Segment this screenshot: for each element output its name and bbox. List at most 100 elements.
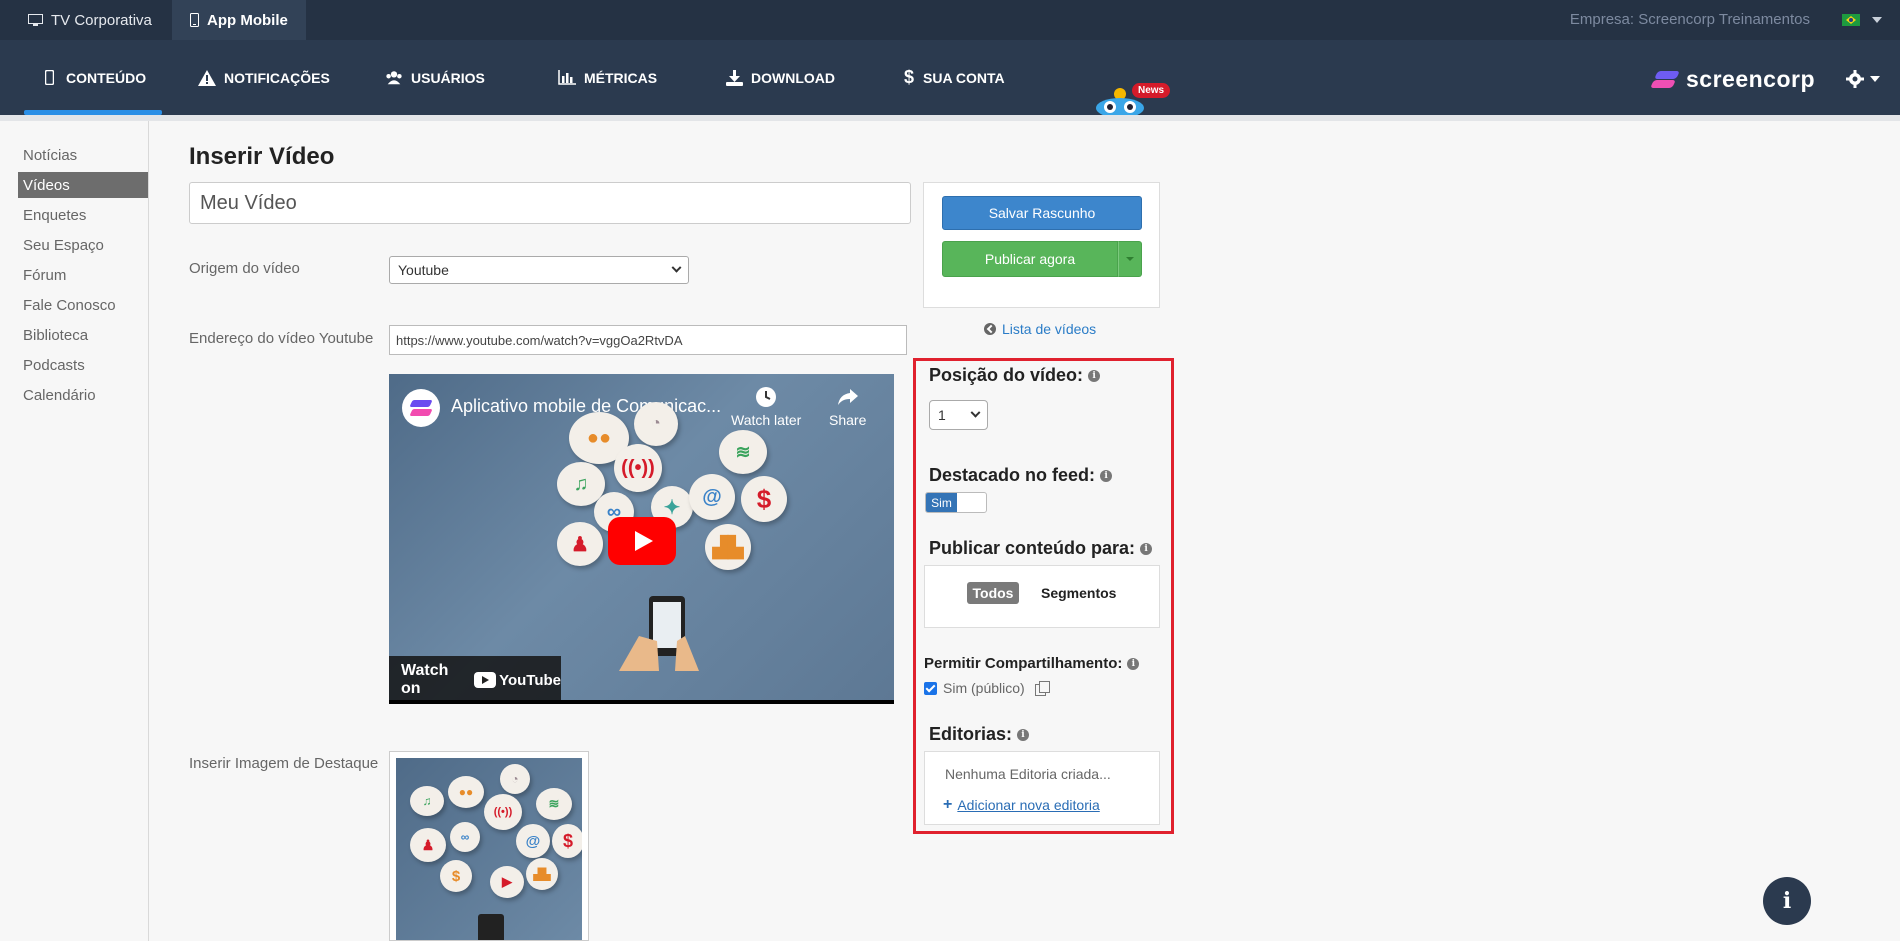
sidebar-item-seu-espaco[interactable]: Seu Espaço	[18, 232, 148, 258]
editorials-label: Editorias:	[929, 724, 1013, 744]
news-widget[interactable]: News	[1092, 80, 1171, 120]
youtube-logo: YouTube	[474, 672, 561, 689]
nav-metricas[interactable]: MÉTRICAS	[558, 40, 657, 115]
nav-conteudo[interactable]: CONTEÚDO	[23, 40, 163, 115]
info-icon[interactable]: i	[1140, 542, 1153, 555]
nav-notificacoes[interactable]: NOTIFICAÇÕES	[198, 40, 330, 115]
info-icon: i	[1782, 888, 1792, 914]
at-bubble-icon: @	[516, 824, 550, 858]
featured-image-preview: ♫ ●● ◔ ((•)) ≋ ♟ ∞ @ $ $ ▶ ▟▙	[396, 758, 582, 940]
help-info-button[interactable]: i	[1763, 877, 1811, 925]
channel-avatar[interactable]	[402, 389, 440, 427]
video-list-link[interactable]: Lista de vídeos	[984, 321, 1096, 337]
add-editorial-link[interactable]: + Adicionar nova editoria	[943, 796, 1100, 814]
sharing-option-label: Sim (público)	[943, 680, 1025, 696]
person-bubble-icon: ♟	[410, 828, 446, 862]
share-icon	[837, 389, 858, 405]
featured-toggle[interactable]: Sim	[925, 492, 987, 513]
broadcast-bubble-icon: ((•))	[614, 444, 662, 492]
editorials-heading: Editorias: i	[929, 724, 1030, 745]
audience-heading: Publicar conteúdo para: i	[929, 538, 1153, 559]
video-progress-track	[389, 700, 894, 704]
watch-on-label: Watch on	[401, 662, 449, 697]
sidebar-item-calendario[interactable]: Calendário	[18, 382, 148, 408]
settings-menu[interactable]	[1846, 70, 1880, 88]
mobile-icon	[190, 13, 199, 27]
mobile-icon	[40, 69, 58, 87]
featured-image-label: Inserir Imagem de Destaque	[189, 755, 379, 772]
brazil-flag-icon[interactable]	[1842, 14, 1860, 26]
sidebar-item-videos[interactable]: Vídeos	[18, 172, 148, 198]
watch-on-youtube-button[interactable]: Watch on YouTube	[389, 656, 561, 704]
origin-select[interactable]: Youtube	[389, 256, 689, 284]
plus-icon: +	[943, 796, 953, 813]
share-label: Share	[829, 412, 867, 428]
warning-icon	[198, 69, 216, 87]
chevron-down-icon	[970, 407, 981, 418]
watch-later-button[interactable]: Watch later	[731, 386, 801, 428]
broadcast-bubble-icon: ((•))	[484, 794, 522, 830]
url-label: Endereço do vídeo Youtube	[189, 330, 374, 347]
phone-hands-illustration	[619, 596, 699, 671]
sidebar-item-enquetes[interactable]: Enquetes	[18, 202, 148, 228]
publish-options-toggle[interactable]	[1118, 241, 1142, 277]
nav-usuarios[interactable]: USUÁRIOS	[385, 40, 485, 115]
video-bubble-icon: ▶	[490, 866, 524, 898]
info-icon[interactable]: i	[1127, 657, 1140, 670]
dollar-bubble-icon: $	[741, 476, 787, 522]
add-editorial-label: Adicionar nova editoria	[957, 797, 1100, 813]
video-list-link-label: Lista de vídeos	[1002, 321, 1097, 337]
main-nav: CONTEÚDO NOTIFICAÇÕES USUÁRIOS MÉTRICAS …	[0, 40, 1900, 115]
sharing-checkbox[interactable]	[924, 681, 937, 695]
shopping-bubble-icon: ▟▙	[705, 524, 751, 570]
monitor-icon	[28, 13, 43, 26]
nav-download[interactable]: DOWNLOAD	[725, 40, 835, 115]
youtube-logo-text: YouTube	[499, 671, 561, 689]
video-title-input[interactable]: Meu Vídeo	[189, 182, 911, 224]
tab-tv-corporativa[interactable]: TV Corporativa	[4, 0, 176, 40]
audience-all-option[interactable]: Todos	[967, 582, 1019, 604]
at-bubble-icon: @	[689, 474, 735, 520]
publish-panel: Salvar Rascunho Publicar agora	[923, 182, 1160, 308]
sharing-label: Permitir Compartilhamento:	[924, 655, 1123, 672]
chevron-down-icon[interactable]	[1872, 17, 1882, 23]
users-icon	[385, 69, 403, 87]
logo-mark-icon	[1650, 69, 1680, 91]
play-button[interactable]	[608, 517, 676, 565]
copy-icon[interactable]	[1034, 681, 1050, 696]
position-select-value: 1	[938, 407, 946, 423]
youtube-play-icon	[474, 672, 497, 688]
sidebar-item-biblioteca[interactable]: Biblioteca	[18, 322, 148, 348]
link-bubble-icon: ∞	[450, 822, 480, 852]
chevron-left-circle-icon	[984, 323, 996, 335]
youtube-video-embed[interactable]: Aplicativo mobile de Comunicac... Watch …	[389, 374, 894, 704]
music-bubble-icon: ♫	[410, 786, 444, 816]
info-icon[interactable]: i	[1100, 469, 1113, 482]
sharing-option: Sim (público)	[924, 680, 1050, 696]
nav-label: MÉTRICAS	[584, 69, 658, 86]
phone-illustration	[478, 914, 504, 940]
video-url-input[interactable]: https://www.youtube.com/watch?v=vggOa2Rt…	[389, 325, 907, 355]
info-icon[interactable]: i	[1088, 369, 1101, 382]
publish-now-button[interactable]: Publicar agora	[942, 241, 1118, 277]
sidebar-item-fale-conosco[interactable]: Fale Conosco	[18, 292, 148, 318]
sidebar-item-podcasts[interactable]: Podcasts	[18, 352, 148, 378]
info-icon[interactable]: i	[1017, 728, 1030, 741]
audience-segments-option[interactable]: Segmentos	[1041, 582, 1116, 604]
position-select[interactable]: 1	[929, 400, 988, 430]
save-draft-button[interactable]: Salvar Rascunho	[942, 196, 1142, 230]
logo-text: screencorp	[1686, 66, 1816, 92]
dollar-bubble-icon: $	[552, 824, 582, 858]
featured-image-upload[interactable]: ♫ ●● ◔ ((•)) ≋ ♟ ∞ @ $ $ ▶ ▟▙	[389, 751, 589, 941]
nav-sua-conta[interactable]: $ SUA CONTA	[903, 40, 1005, 115]
editorials-box: Nenhuma Editoria criada... + Adicionar n…	[924, 751, 1160, 825]
users-bubble-icon: ●●	[448, 776, 484, 808]
wifi-bubble-icon: ≋	[719, 430, 767, 474]
share-button[interactable]: Share	[829, 386, 866, 428]
divider	[0, 115, 1900, 121]
nav-label: USUÁRIOS	[411, 69, 485, 86]
sidebar-item-noticias[interactable]: Notícias	[18, 142, 148, 168]
sidebar-item-forum[interactable]: Fórum	[18, 262, 148, 288]
person-bubble-icon: ♟	[557, 522, 603, 566]
tab-app-mobile[interactable]: App Mobile	[172, 0, 306, 40]
